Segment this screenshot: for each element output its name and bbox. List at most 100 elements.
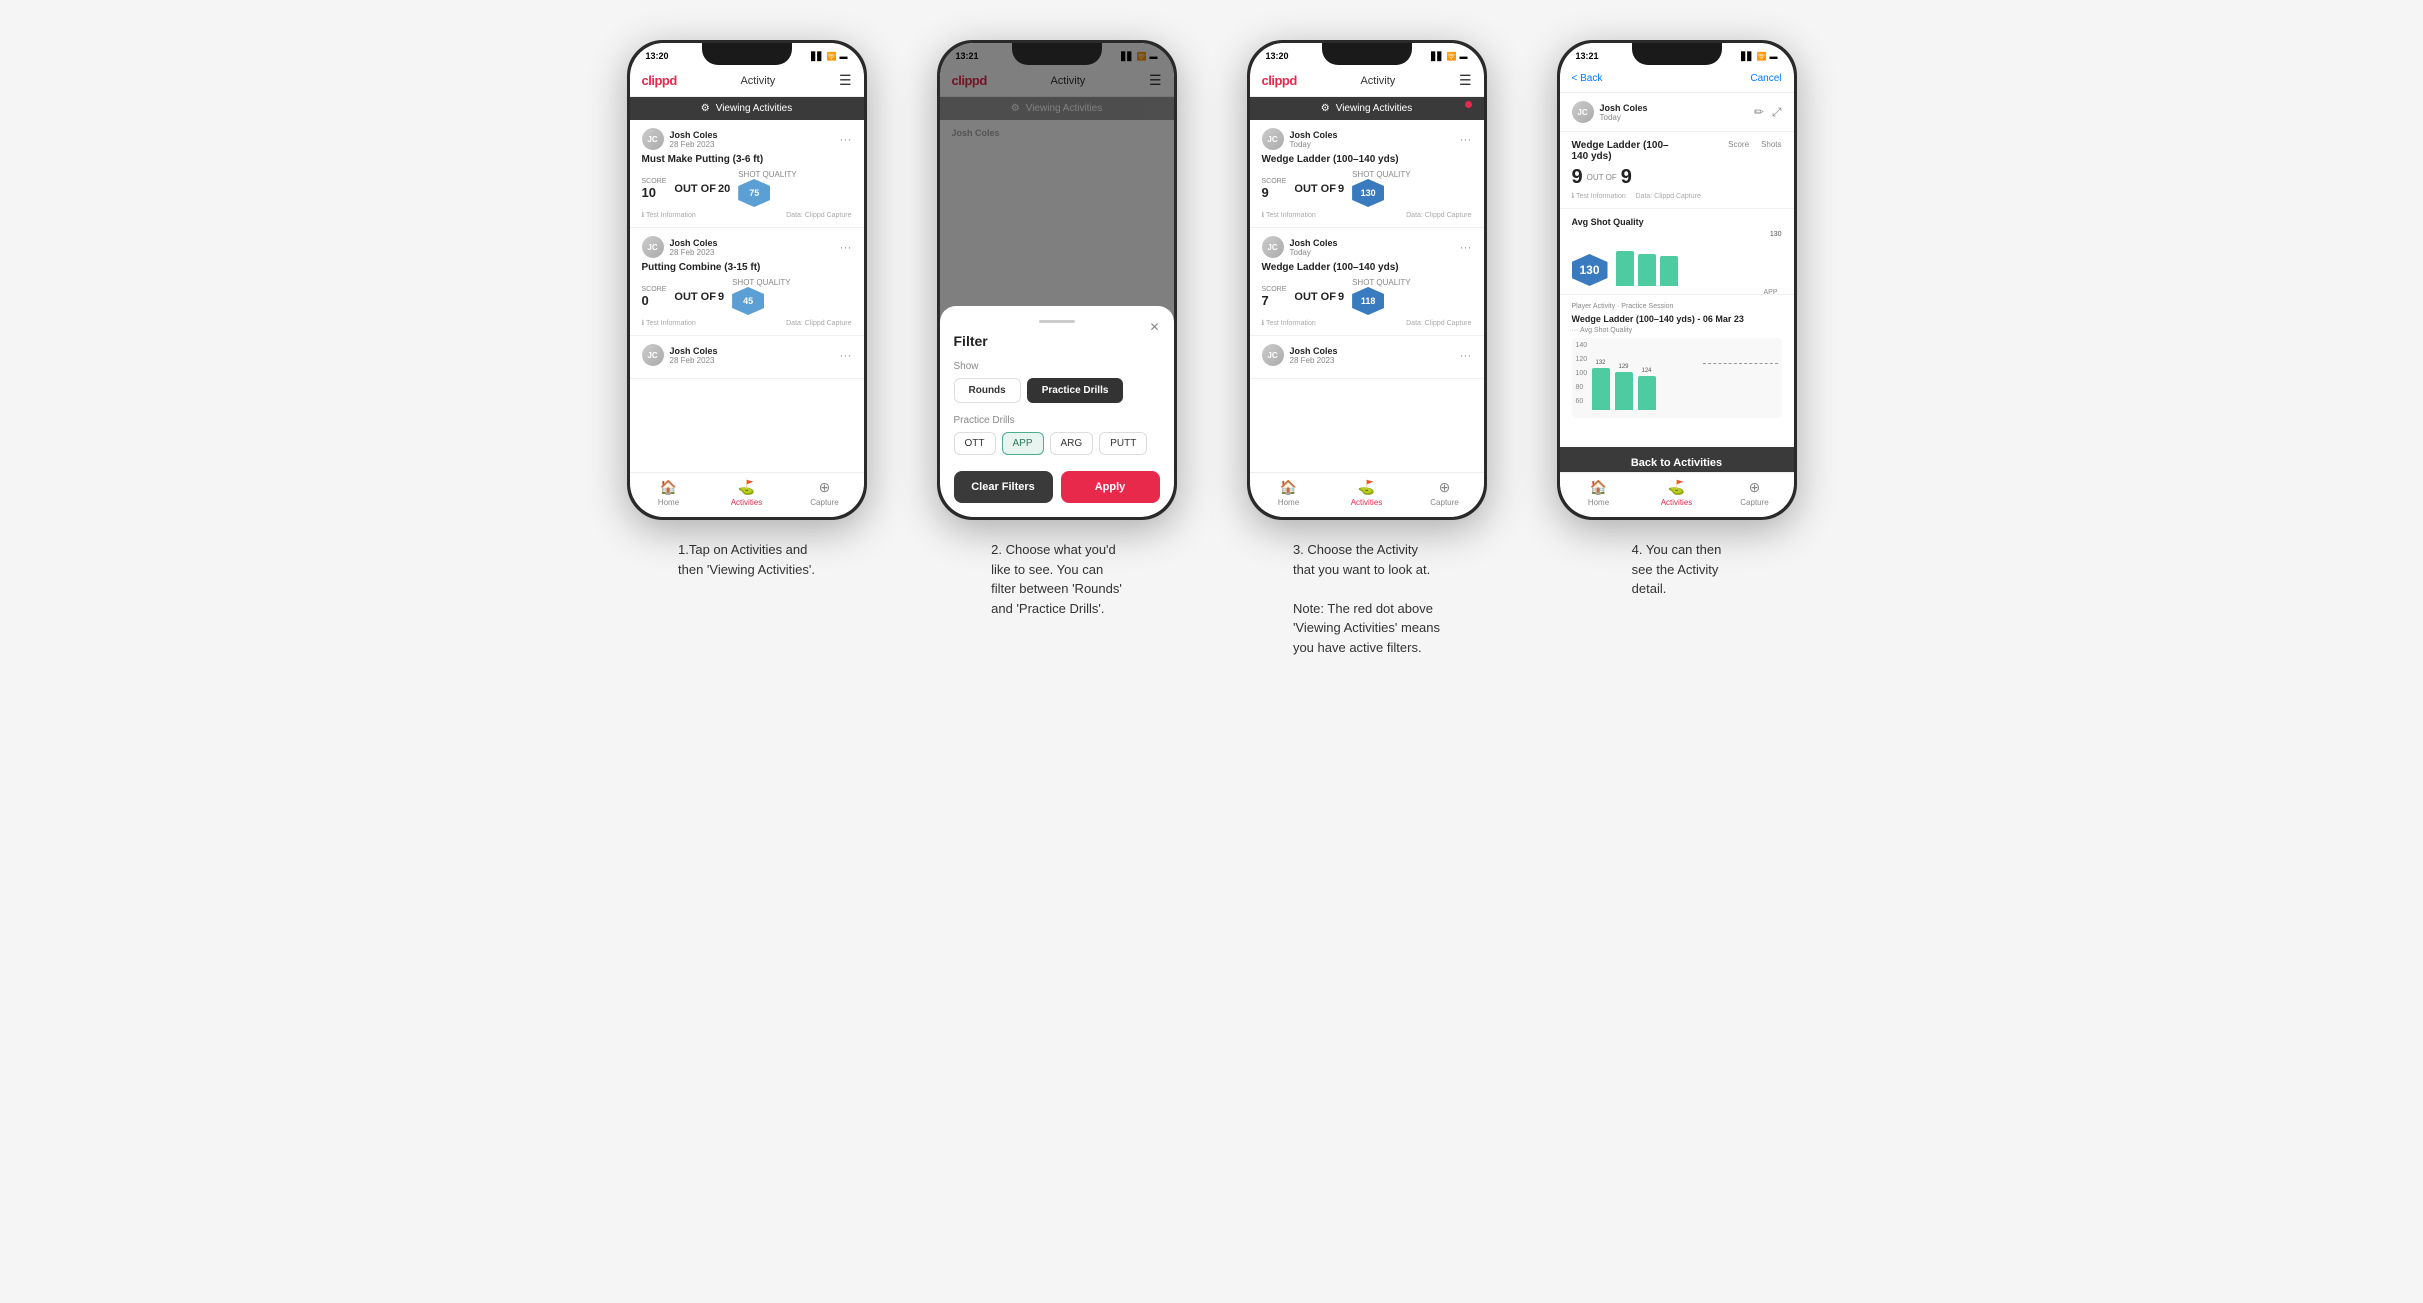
battery-icon-1: ▬ xyxy=(840,52,848,61)
dots-menu-1-2[interactable]: ··· xyxy=(840,240,852,254)
card-header-3-3: JC Josh Coles 28 Feb 2023 ··· xyxy=(1262,344,1472,366)
shots-value-1-2: 9 xyxy=(718,291,724,303)
activity-list-1: JC Josh Coles 28 Feb 2023 ··· Must Make … xyxy=(630,120,864,517)
phone-frame-1: 13:20 ▋▋ 🛜 ▬ clippd Activity ☰ xyxy=(627,40,867,520)
page-wrapper: 13:20 ▋▋ 🛜 ▬ clippd Activity ☰ xyxy=(612,40,1812,657)
phone-notch-2 xyxy=(1012,43,1102,65)
nav-activities-3[interactable]: ⛳ Activities xyxy=(1328,479,1406,507)
capture-label-1: Capture xyxy=(810,498,838,507)
score-label-1-1: Score xyxy=(642,178,667,185)
home-icon-1: 🏠 xyxy=(660,479,677,496)
stat-score-1-1: Score 10 xyxy=(642,178,667,200)
filter-tag-ott[interactable]: OTT xyxy=(954,432,996,455)
phone-content-4: 13:21 ▋▋ 🛜 ▬ < Back Cancel xyxy=(1560,43,1794,517)
battery-icon-3: ▬ xyxy=(1460,52,1468,61)
settings-icon-3: ⚙ xyxy=(1321,103,1330,114)
stat-out-1-1: OUT OF 20 xyxy=(674,183,730,195)
activity-card-1-3[interactable]: JC Josh Coles 28 Feb 2023 ··· xyxy=(630,336,864,379)
viewing-activities-bar-3[interactable]: ⚙ Viewing Activities xyxy=(1250,97,1484,120)
stats-row-3-2: Score 7 OUT OF 9 Shot Quality 118 xyxy=(1262,278,1472,315)
phone-frame-2: 13:21 ▋▋ 🛜 ▬ clippd Activity ☰ xyxy=(937,40,1177,520)
test-info-4: ℹ Test Information Data: Clippd Capture xyxy=(1572,192,1782,200)
user-date-1-2: 28 Feb 2023 xyxy=(670,248,718,257)
user-info-3-1: JC Josh Coles Today xyxy=(1262,128,1338,150)
nav-activities-1[interactable]: ⛳ Activities xyxy=(708,479,786,507)
phone-notch-4 xyxy=(1632,43,1722,65)
player-activity-section-4: Player Activity · Practice Session Wedge… xyxy=(1560,294,1794,426)
back-button-4[interactable]: < Back xyxy=(1572,73,1603,84)
settings-icon-1: ⚙ xyxy=(701,103,710,114)
dots-menu-3-1[interactable]: ··· xyxy=(1460,132,1472,146)
filter-tab-rounds[interactable]: Rounds xyxy=(954,378,1021,403)
out-of-label-1-1: OUT OF xyxy=(674,183,716,195)
nav-capture-1[interactable]: ⊕ Capture xyxy=(786,479,864,507)
card-header-3-2: JC Josh Coles Today ··· xyxy=(1262,236,1472,258)
clear-filters-button[interactable]: Clear Filters xyxy=(954,471,1053,503)
avatar-1-1: JC xyxy=(642,128,664,150)
filter-tag-arg[interactable]: ARG xyxy=(1050,432,1094,455)
test-info-3-2: ℹ Test Information xyxy=(1262,319,1316,327)
dots-menu-3-3[interactable]: ··· xyxy=(1460,348,1472,362)
nav-activities-4[interactable]: ⛳ Activities xyxy=(1638,479,1716,507)
avatar-inner-3-3: JC xyxy=(1262,344,1284,366)
filter-tag-putt[interactable]: PUTT xyxy=(1099,432,1147,455)
capture-icon-3: ⊕ xyxy=(1439,479,1451,496)
nav-home-1[interactable]: 🏠 Home xyxy=(630,479,708,507)
avatar-3-3: JC xyxy=(1262,344,1284,366)
red-dot-3 xyxy=(1465,101,1472,108)
user-date-1-1: 28 Feb 2023 xyxy=(670,140,718,149)
hamburger-icon-1[interactable]: ☰ xyxy=(839,72,852,89)
nav-capture-4[interactable]: ⊕ Capture xyxy=(1716,479,1794,507)
apply-button[interactable]: Apply xyxy=(1061,471,1160,503)
activity-card-3-2[interactable]: JC Josh Coles Today ··· Wedge Ladder (10… xyxy=(1250,228,1484,336)
user-name-1-1: Josh Coles xyxy=(670,130,718,140)
phone-screen-4: 13:21 ▋▋ 🛜 ▬ < Back Cancel xyxy=(1560,43,1794,517)
activity-card-1-1[interactable]: JC Josh Coles 28 Feb 2023 ··· Must Make … xyxy=(630,120,864,228)
activity-list-3: JC Josh Coles Today ··· Wedge Ladder (10… xyxy=(1250,120,1484,517)
activity-card-3-1[interactable]: JC Josh Coles Today ··· Wedge Ladder (10… xyxy=(1250,120,1484,228)
detail-section-4: Wedge Ladder (100–140 yds) Score Shots 9… xyxy=(1560,131,1794,208)
chart-label-app: APP xyxy=(1763,289,1777,296)
test-info-3-1: ℹ Test Information xyxy=(1262,211,1316,219)
edit-icon-4[interactable]: ✏ xyxy=(1754,105,1764,120)
out-of-label-3-1: OUT OF xyxy=(1294,183,1336,195)
hamburger-icon-3[interactable]: ☰ xyxy=(1459,72,1472,89)
viewing-activities-bar-1[interactable]: ⚙ Viewing Activities xyxy=(630,97,864,120)
user-details-1-2: Josh Coles 28 Feb 2023 xyxy=(670,238,718,257)
filter-tab-practice[interactable]: Practice Drills xyxy=(1027,378,1124,403)
user-info-3-3: JC Josh Coles 28 Feb 2023 xyxy=(1262,344,1338,366)
data-source-3-1: Data: Clippd Capture xyxy=(1406,212,1471,219)
activity-card-3-3[interactable]: JC Josh Coles 28 Feb 2023 ··· xyxy=(1250,336,1484,379)
expand-icon-4[interactable]: ⤢ xyxy=(1772,105,1782,120)
status-time-3: 13:20 xyxy=(1266,51,1289,61)
nav-capture-3[interactable]: ⊕ Capture xyxy=(1406,479,1484,507)
avatar-1-3: JC xyxy=(642,344,664,366)
avatar-3-2: JC xyxy=(1262,236,1284,258)
card-footer-3-2: ℹ Test Information Data: Clippd Capture xyxy=(1262,319,1472,327)
capture-label-3: Capture xyxy=(1430,498,1458,507)
cancel-button-4[interactable]: Cancel xyxy=(1750,73,1781,84)
detail-bar-1 xyxy=(1592,368,1610,410)
filter-modal: ✕ Filter Show Rounds Practice Drills Pra… xyxy=(940,306,1174,517)
dots-menu-1-1[interactable]: ··· xyxy=(840,132,852,146)
filter-close-icon[interactable]: ✕ xyxy=(1149,320,1159,334)
card-header-3-1: JC Josh Coles Today ··· xyxy=(1262,128,1472,150)
dots-menu-1-3[interactable]: ··· xyxy=(840,348,852,362)
viewing-activities-label-1: Viewing Activities xyxy=(716,103,793,114)
filter-tag-app[interactable]: APP xyxy=(1002,432,1044,455)
stat-out-1-2: OUT OF 9 xyxy=(674,291,724,303)
avatar-4: JC xyxy=(1572,101,1594,123)
stat-score-3-2: Score 7 xyxy=(1262,286,1287,308)
dots-menu-3-2[interactable]: ··· xyxy=(1460,240,1472,254)
user-name-3-1: Josh Coles xyxy=(1290,130,1338,140)
nav-home-3[interactable]: 🏠 Home xyxy=(1250,479,1328,507)
detail-chart-title-4: Wedge Ladder (100–140 yds) - 06 Mar 23 xyxy=(1572,314,1782,324)
phone-screen-1: 13:20 ▋▋ 🛜 ▬ clippd Activity ☰ xyxy=(630,43,864,517)
shots-value-3-1: 9 xyxy=(1338,183,1344,195)
stat-score-1-2: Score 0 xyxy=(642,286,667,308)
stat-sq-3-1: Shot Quality 130 xyxy=(1352,170,1411,207)
status-icons-1: ▋▋ 🛜 ▬ xyxy=(811,52,847,61)
bottom-nav-4: 🏠 Home ⛳ Activities ⊕ Capture xyxy=(1560,472,1794,517)
activity-card-1-2[interactable]: JC Josh Coles 28 Feb 2023 ··· Putting Co… xyxy=(630,228,864,336)
nav-home-4[interactable]: 🏠 Home xyxy=(1560,479,1638,507)
